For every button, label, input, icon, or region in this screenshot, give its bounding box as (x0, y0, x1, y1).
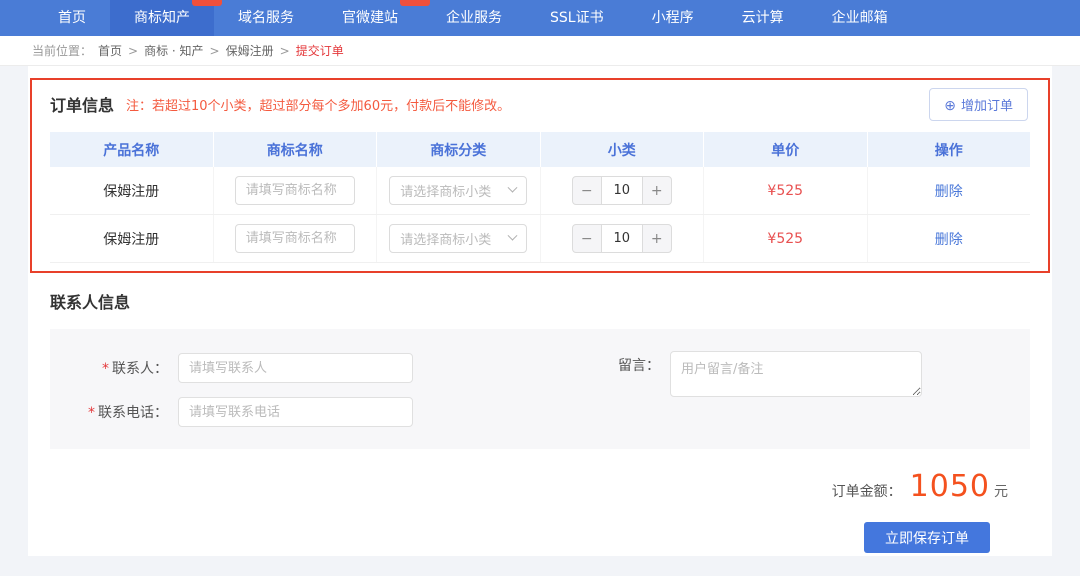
column-header: 产品名称 (50, 132, 214, 167)
order-note: 注：若超过10个小类，超过部分每个多加60元，付款后不能修改。 (126, 95, 510, 114)
nav-item-label: 域名服务 (238, 10, 294, 26)
order-table-header: 产品名称商标名称商标分类小类单价操作 (50, 132, 1030, 167)
contact-section-title: 联系人信息 (50, 289, 1030, 313)
unit-price: ¥525 (767, 183, 803, 199)
trademark-category-select[interactable]: 请选择商标小类 (389, 224, 527, 253)
column-header: 商标分类 (377, 132, 541, 167)
order-section-header: 订单信息 注：若超过10个小类，超过部分每个多加60元，付款后不能修改。 ⊕ 增… (50, 66, 1030, 116)
nav-item-label: 云计算 (742, 10, 784, 26)
column-header: 商标名称 (214, 132, 378, 167)
message-textarea[interactable] (670, 351, 922, 397)
contact-phone-row: *联系电话： (50, 397, 1030, 427)
nav-item-2[interactable]: 商标知产 (110, 0, 214, 36)
add-order-button[interactable]: ⊕ 增加订单 (929, 88, 1028, 121)
nav-item-label: 企业邮箱 (832, 10, 888, 26)
unit-price: ¥525 (767, 231, 803, 247)
nav-item-label: 商标知产 (134, 10, 190, 26)
contact-name-input[interactable] (178, 353, 413, 383)
breadcrumb: 当前位置： 首页 > 商标 · 知产 > 保姆注册 > 提交订单 (0, 36, 1080, 66)
column-header: 操作 (868, 132, 1031, 167)
save-row: 立即保存订单 (50, 522, 1030, 553)
nav-item-5[interactable]: 企业服务 (422, 0, 526, 36)
main-area: 订单信息 注：若超过10个小类，超过部分每个多加60元，付款后不能修改。 ⊕ 增… (0, 66, 1080, 576)
column-header: 单价 (704, 132, 868, 167)
nav-item-label: 小程序 (652, 10, 694, 26)
nav-item-4[interactable]: 官微建站 (318, 0, 422, 36)
nav-item-8[interactable]: 云计算 (718, 0, 808, 36)
contact-name-label: *联系人： (50, 358, 178, 378)
contact-phone-input[interactable] (178, 397, 413, 427)
total-label: 订单金额： (832, 481, 902, 501)
breadcrumb-current: 提交订单 (296, 42, 344, 59)
save-order-button[interactable]: 立即保存订单 (864, 522, 990, 553)
breadcrumb-separator: > (280, 44, 290, 58)
stepper-value[interactable]: 10 (602, 176, 642, 205)
nav-item-label: 官微建站 (342, 10, 398, 26)
stepper-value[interactable]: 10 (602, 224, 642, 253)
top-nav: 首页 商标知产 域名服务 官微建站 企业服务 SSL证书 小程序 云计算 企业邮… (0, 0, 1080, 36)
breadcrumb-link[interactable]: 保姆注册 (226, 42, 274, 59)
trademark-category-placeholder: 请选择商标小类 (400, 181, 491, 200)
order-table-row: 保姆注册 请选择商标小类 − 10 + ¥525 删除 (50, 215, 1030, 263)
breadcrumb-link[interactable]: 首页 (98, 42, 122, 59)
plus-circle-icon: ⊕ (944, 98, 956, 112)
stepper-minus-button[interactable]: − (572, 176, 602, 205)
delete-link[interactable]: 删除 (935, 181, 963, 201)
column-header: 小类 (541, 132, 705, 167)
order-summary: 订单金额： 1050 元 (50, 469, 1030, 504)
contact-phone-label: *联系电话： (50, 402, 178, 422)
nav-item-7[interactable]: 小程序 (628, 0, 718, 36)
chevron-down-icon (508, 183, 518, 193)
trademark-name-input[interactable] (235, 224, 355, 253)
breadcrumb-separator: > (128, 44, 138, 58)
nav-item-label: SSL证书 (550, 10, 604, 26)
trademark-category-placeholder: 请选择商标小类 (400, 229, 491, 248)
delete-link[interactable]: 删除 (935, 229, 963, 249)
add-order-button-label: 增加订单 (961, 95, 1013, 114)
breadcrumb-link[interactable]: 商标 · 知产 (144, 42, 203, 59)
product-name: 保姆注册 (103, 181, 159, 201)
chevron-down-icon (508, 231, 518, 241)
contact-panel: *联系人： *联系电话： 留言： (50, 329, 1030, 449)
message-label: 留言： (618, 351, 670, 397)
total-unit: 元 (994, 481, 1008, 501)
total-value: 1050 (910, 469, 990, 504)
message-group: 留言： (618, 351, 922, 397)
nav-item-label: 首页 (58, 10, 86, 26)
nav-item-9[interactable]: 企业邮箱 (808, 0, 912, 36)
breadcrumb-prefix: 当前位置： (32, 42, 92, 59)
trademark-category-select[interactable]: 请选择商标小类 (389, 176, 527, 205)
order-table-row: 保姆注册 请选择商标小类 − 10 + ¥525 删除 (50, 167, 1030, 215)
stepper-plus-button[interactable]: + (642, 176, 672, 205)
order-section-title: 订单信息 (50, 92, 114, 116)
stepper-minus-button[interactable]: − (572, 224, 602, 253)
nav-item-label: 企业服务 (446, 10, 502, 26)
quantity-stepper: − 10 + (572, 176, 672, 205)
nav-item-6[interactable]: SSL证书 (526, 0, 628, 36)
nav-item-1[interactable]: 首页 (34, 0, 110, 36)
breadcrumb-separator: > (210, 44, 220, 58)
stepper-plus-button[interactable]: + (642, 224, 672, 253)
required-mark: * (102, 361, 109, 377)
trademark-name-input[interactable] (235, 176, 355, 205)
content-card: 订单信息 注：若超过10个小类，超过部分每个多加60元，付款后不能修改。 ⊕ 增… (28, 66, 1052, 556)
required-mark: * (88, 405, 95, 421)
order-table: 产品名称商标名称商标分类小类单价操作 保姆注册 请选择商标小类 − 10 + ¥… (50, 132, 1030, 263)
quantity-stepper: − 10 + (572, 224, 672, 253)
product-name: 保姆注册 (103, 229, 159, 249)
nav-item-3[interactable]: 域名服务 (214, 0, 318, 36)
